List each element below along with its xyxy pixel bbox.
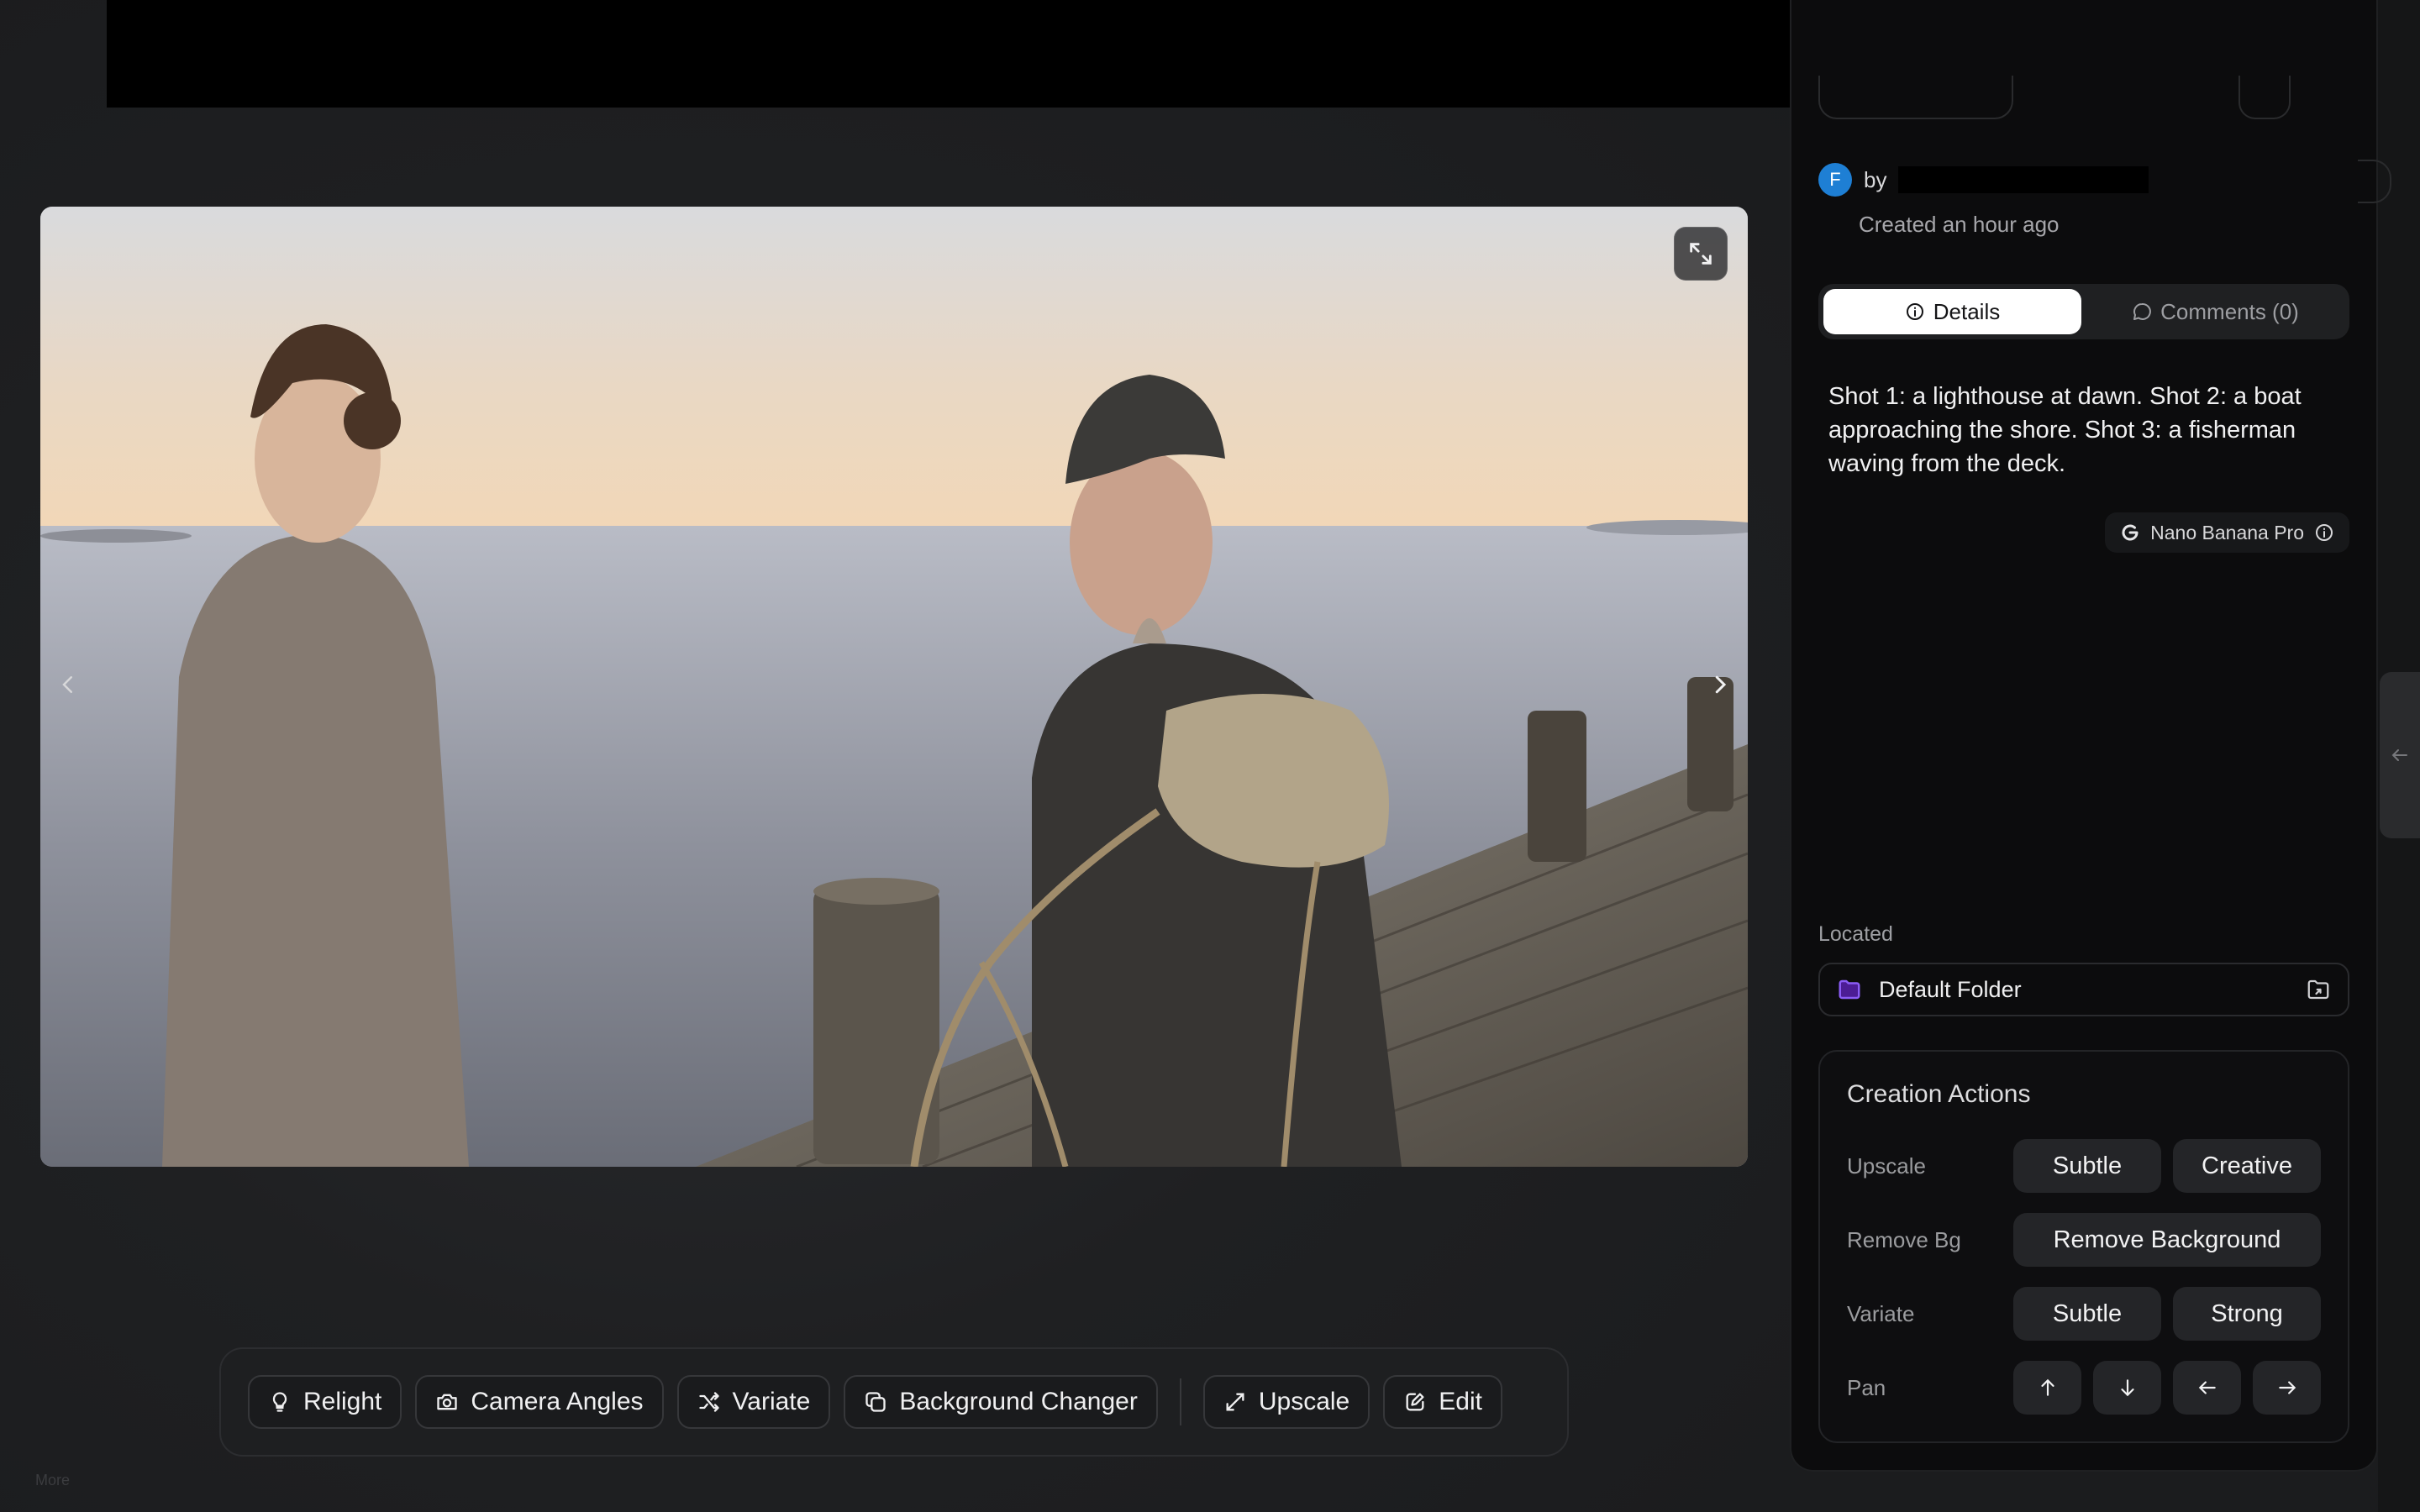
creation-actions-panel: Creation Actions Upscale Subtle Creative… [1818, 1050, 2349, 1443]
comment-icon [2133, 302, 2152, 320]
camera-angles-label: Camera Angles [471, 1388, 644, 1415]
sidebar-tabs: Details Comments (0) [1818, 284, 2349, 339]
camera-icon [437, 1394, 458, 1410]
variate-row-label: Variate [1847, 1300, 1915, 1326]
upscale-button[interactable]: Upscale [1202, 1375, 1370, 1429]
pan-row: Pan [1847, 1361, 2321, 1415]
variate-row: Variate Subtle Strong [1847, 1287, 2321, 1341]
up-arrow-icon [2040, 1378, 2054, 1396]
collapse-panel-tab[interactable] [2380, 672, 2420, 838]
avatar[interactable]: F [1818, 163, 1852, 197]
upscale-creative-button[interactable]: Creative [2173, 1139, 2321, 1193]
author-byline: F by [1818, 163, 2149, 197]
expand-icon [1690, 243, 1712, 265]
variate-button[interactable]: Variate [676, 1375, 831, 1429]
edit-label: Edit [1439, 1388, 1482, 1415]
top-square-button[interactable] [2238, 76, 2291, 119]
pan-row-label: Pan [1847, 1374, 1886, 1400]
camera-angles-button[interactable]: Camera Angles [415, 1375, 664, 1429]
by-label: by [1864, 166, 1887, 192]
variate-strong-button[interactable]: Strong [2173, 1287, 2321, 1341]
toolbar-divider [1179, 1378, 1181, 1425]
edit-button[interactable]: Edit [1383, 1375, 1502, 1429]
shuffle-icon [698, 1392, 719, 1412]
tab-details-label: Details [1933, 298, 2001, 324]
next-image-button[interactable] [1699, 664, 1741, 706]
upscale-row-label: Upscale [1847, 1152, 1926, 1179]
top-pill-button[interactable] [1818, 76, 2013, 119]
move-to-folder-icon [2307, 979, 2329, 1000]
pan-left-button[interactable] [2173, 1361, 2241, 1415]
pan-down-button[interactable] [2093, 1361, 2161, 1415]
tab-comments-label: Comments (0) [2160, 298, 2299, 324]
relight-button[interactable]: Relight [248, 1375, 402, 1429]
details-sidebar: F by Created an hour ago Details Comment… [1790, 0, 2378, 1472]
upscale-row: Upscale Subtle Creative [1847, 1139, 2321, 1193]
folder-name: Default Folder [1879, 976, 2022, 1002]
creation-actions-title: Creation Actions [1847, 1080, 2031, 1108]
remove-background-button[interactable]: Remove Background [2013, 1213, 2321, 1267]
remove-bg-row: Remove Bg Remove Background [1847, 1213, 2321, 1267]
pan-up-button[interactable] [2013, 1361, 2081, 1415]
tab-comments[interactable]: Comments (0) [2086, 289, 2344, 334]
layers-icon [865, 1392, 886, 1412]
variate-label: Variate [732, 1388, 811, 1415]
info-icon [1906, 303, 1923, 320]
remove-bg-row-label: Remove Bg [1847, 1226, 1961, 1252]
relight-label: Relight [303, 1388, 382, 1415]
prompt-text: Shot 1: a lighthouse at dawn. Shot 2: a … [1828, 383, 2302, 477]
lightbulb-icon [272, 1392, 287, 1412]
chevron-right-icon [1715, 675, 1727, 694]
more-link[interactable]: More [35, 1472, 70, 1489]
previous-image-button[interactable] [47, 664, 89, 706]
upscale-subtle-button[interactable]: Subtle [2013, 1139, 2161, 1193]
created-timestamp: Created an hour ago [1859, 212, 2060, 237]
background-changer-button[interactable]: Background Changer [844, 1375, 1158, 1429]
folder-icon [1839, 979, 1860, 1000]
folder-selector[interactable]: Default Folder [1818, 963, 2349, 1016]
background-changer-label: Background Changer [899, 1388, 1138, 1415]
image-illustration [40, 207, 1748, 1167]
variate-subtle-button[interactable]: Subtle [2013, 1287, 2161, 1341]
diagonal-expand-icon [1226, 1393, 1244, 1411]
located-label: Located [1818, 922, 1893, 946]
upscale-label: Upscale [1258, 1388, 1350, 1415]
edit-sparkle-icon [1406, 1393, 1424, 1411]
tab-details[interactable]: Details [1823, 289, 2081, 334]
pan-right-button[interactable] [2253, 1361, 2321, 1415]
redacted-author-name [1898, 166, 2149, 193]
image-tools-toolbar: Relight Camera Angles Variate Background… [219, 1347, 1569, 1457]
google-g-icon [2122, 524, 2139, 541]
right-arrow-icon [2278, 1381, 2296, 1394]
down-arrow-icon [2120, 1379, 2134, 1397]
arrow-left-icon [2391, 749, 2407, 761]
fullscreen-button[interactable] [1674, 227, 1728, 281]
left-arrow-icon [2198, 1381, 2216, 1394]
generated-image[interactable] [40, 207, 1748, 1167]
edge-pill-button[interactable] [2358, 160, 2391, 203]
model-name: Nano Banana Pro [2150, 521, 2304, 543]
model-badge[interactable]: Nano Banana Pro [2105, 512, 2349, 553]
info-icon [2316, 524, 2333, 541]
chevron-left-icon [62, 676, 72, 693]
